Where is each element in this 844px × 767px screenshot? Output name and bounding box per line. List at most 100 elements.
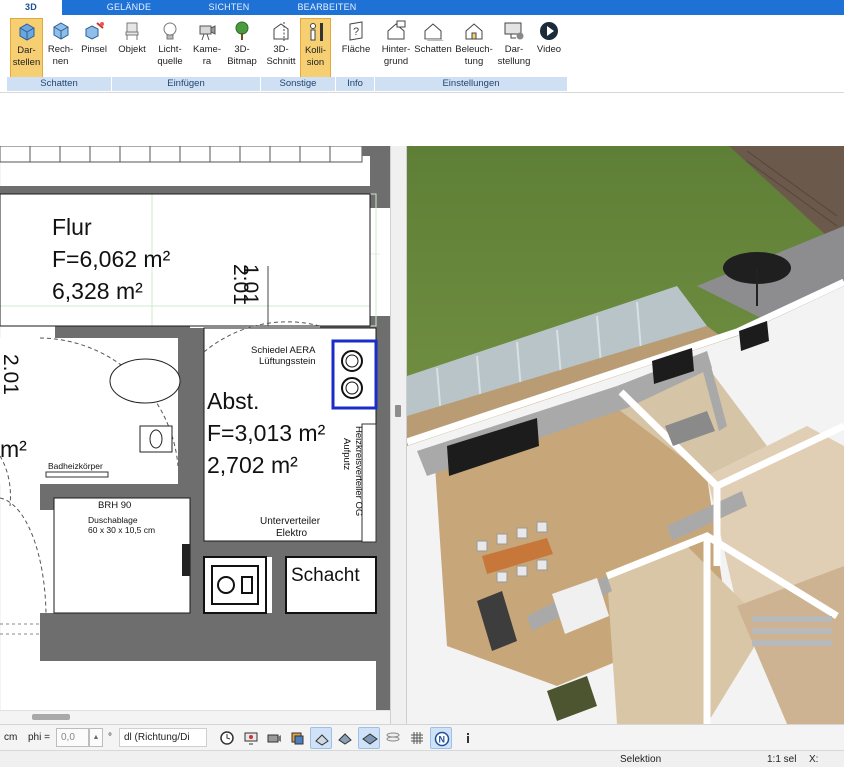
status-mode: Selektion [620, 754, 662, 765]
house-background-icon [387, 20, 406, 40]
hintergrund-button[interactable]: Hinter- grund [377, 18, 415, 78]
monitor-settings-icon [504, 22, 524, 40]
room-area-abst: F=3,013 m² [207, 420, 326, 446]
room-name-flur: Flur [52, 214, 92, 240]
brush-cube-icon [85, 22, 104, 40]
3d-house-render [407, 146, 844, 724]
unit-label: cm [4, 732, 18, 743]
label-unterverteiler-2: Elektro [276, 528, 308, 539]
schnitt3d-button[interactable]: 3D- Schnitt [264, 18, 298, 78]
darstellen-button[interactable]: Dar- stellen [10, 18, 43, 78]
splitter-grip[interactable] [395, 405, 401, 417]
group-label-sonstige: Sonstige [261, 77, 336, 91]
group-label-einfuegen: Einfügen [112, 77, 261, 91]
screen-tool[interactable] [240, 727, 262, 749]
room-area-flur: F=6,062 m² [52, 246, 171, 272]
hatch-tool[interactable] [334, 727, 356, 749]
svg-text:?: ? [353, 26, 359, 38]
layer-tool[interactable] [286, 727, 308, 749]
objekt-button[interactable]: Objekt [116, 18, 148, 78]
house-light-icon [465, 23, 483, 40]
label-duschablage-2: 60 x 30 x 10,5 cm [88, 525, 156, 535]
schnitt3d-label: 3D- Schnitt [266, 44, 296, 67]
video-camera-icon [199, 25, 216, 41]
hatch-icon [338, 733, 352, 745]
wall-view-tool[interactable] [310, 727, 332, 749]
tree-icon [235, 21, 249, 40]
kamera-button[interactable]: Kame- ra [191, 18, 223, 78]
tab-3d[interactable]: 3D [0, 0, 62, 15]
status-bar: Selektion 1:1 sel X: [0, 750, 844, 767]
schatten-label: Schatten [414, 44, 452, 55]
phi-spinner[interactable]: ▲▼ [89, 728, 103, 758]
bitmap3d-button[interactable]: 3D- Bitmap [225, 18, 259, 78]
cube-render-icon [19, 23, 34, 41]
lightbulb-icon [163, 22, 177, 40]
pinsel-label: Pinsel [81, 44, 107, 55]
view-splitter[interactable] [390, 146, 407, 724]
wall-3d-icon [315, 734, 329, 746]
status-scale: 1:1 sel [767, 754, 797, 765]
room-area2-abst: 2,702 m² [207, 452, 298, 478]
group-label-einstellungen: Einstellungen [375, 77, 568, 91]
plane-tool[interactable] [358, 727, 380, 749]
app-window: 3D GELÄNDE SICHTEN BEARBEITEN Dar- stell… [0, 0, 844, 767]
hintergrund-label: Hinter- grund [381, 44, 411, 67]
status-x-coordinate-label: X: [809, 754, 819, 765]
floor-plan-view[interactable]: Flur F=6,062 m² 6,328 m² 1.01 2.01 2.01 … [0, 146, 390, 710]
darstellung-button[interactable]: Dar- stellung [495, 18, 533, 78]
schatten-button[interactable]: Schatten [413, 18, 453, 78]
darstellen-label: Dar- stellen [12, 45, 41, 68]
bitmap3d-label: 3D- Bitmap [227, 44, 257, 67]
room-name-abst: Abst. [207, 388, 260, 414]
grid-icon [411, 732, 423, 744]
label-schiedel-2: Lüftungsstein [259, 356, 316, 367]
lichtquelle-label: Licht- quelle [157, 44, 183, 67]
scrollbar-thumb[interactable] [32, 714, 70, 720]
rechnen-button[interactable]: Rech- nen [45, 18, 76, 78]
room-area2-flur: 6,328 m² [52, 278, 143, 304]
label-heizkreis-2: Aufputz [341, 438, 352, 471]
label-schiedel-1: Schiedel AERA [251, 345, 316, 356]
tab-bearbeiten[interactable]: BEARBEITEN [288, 0, 366, 15]
ribbon: Dar- stellen Rech- nen Pinsel Objekt Lic… [0, 15, 844, 93]
video-label: Video [536, 44, 562, 55]
info-tool[interactable] [457, 727, 479, 749]
group-label-info: Info [336, 77, 375, 91]
flaeche-label: Fläche [341, 44, 371, 55]
lichtquelle-button[interactable]: Licht- quelle [152, 18, 188, 78]
stack-tool[interactable] [382, 727, 404, 749]
phi-input[interactable]: 0,0 [56, 728, 89, 747]
cube-calc-icon [53, 22, 68, 40]
dimension-label-left: 2.01 [0, 354, 22, 395]
play-circle-icon [540, 22, 558, 40]
label-duschablage-1: Duschablage [88, 515, 138, 525]
kollision-button[interactable]: Kolli- sion [300, 18, 331, 78]
label-badheizkoerper: Badheizkörper [48, 461, 103, 471]
video-button[interactable]: Video [534, 18, 564, 78]
camera-tool[interactable] [263, 727, 285, 749]
clock-tool[interactable] [216, 727, 238, 749]
house-shadow-icon [424, 23, 444, 41]
tab-sichten[interactable]: SICHTEN [192, 0, 266, 15]
phi-label: phi = [28, 732, 50, 743]
group-label-schatten: Schatten [7, 77, 112, 91]
plane-icon [362, 733, 378, 745]
label-brh: BRH 90 [98, 500, 132, 511]
flaeche-button[interactable]: ? Fläche [339, 18, 373, 78]
pinsel-button[interactable]: Pinsel [78, 18, 110, 78]
chair-icon [125, 22, 139, 40]
ribbon-tab-bar: 3D GELÄNDE SICHTEN BEARBEITEN [0, 0, 844, 15]
tab-gelaende[interactable]: GELÄNDE [92, 0, 166, 15]
monitor-icon [244, 732, 258, 745]
north-tool[interactable]: N [430, 727, 452, 749]
plan-horizontal-scrollbar[interactable] [0, 710, 390, 724]
rechnen-label: Rech- nen [47, 44, 74, 67]
grid-tool[interactable] [406, 727, 428, 749]
label-schacht: Schacht [291, 565, 360, 586]
beleuchtung-button[interactable]: Beleuch- tung [454, 18, 494, 78]
dimension-label-2b: 2.01 [229, 264, 252, 305]
direction-select[interactable]: dl (Richtung/Di [119, 728, 207, 747]
3d-view[interactable] [407, 146, 844, 724]
collision-person-icon [309, 23, 323, 41]
